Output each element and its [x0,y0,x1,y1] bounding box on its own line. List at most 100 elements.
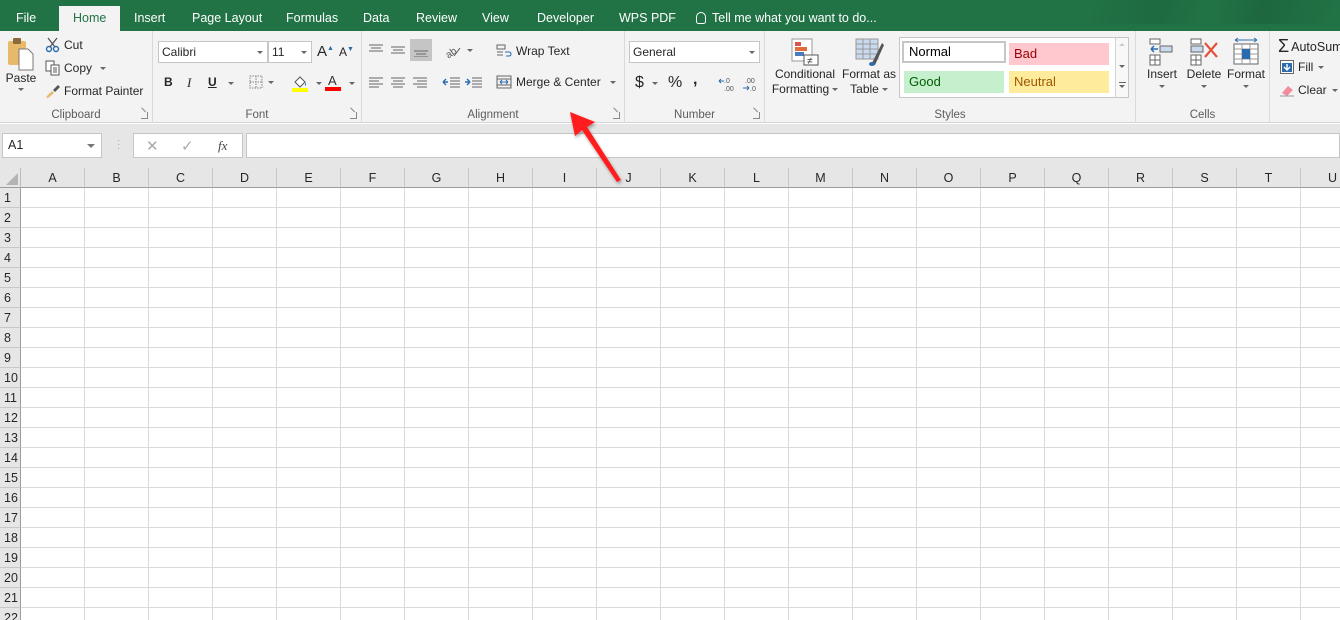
formula-input[interactable] [246,133,1340,158]
paste-button[interactable]: Paste [4,37,38,91]
scroll-up-icon[interactable] [1119,43,1125,46]
format-painter-button[interactable]: Format Painter [45,83,143,99]
select-all-button[interactable] [0,168,21,188]
font-color-button[interactable]: A [325,73,341,91]
fill-button[interactable]: Fill [1280,60,1325,74]
row-header-19[interactable]: 19 [0,548,21,568]
wrap-text-button[interactable]: Wrap Text [496,44,570,58]
format-as-table-button[interactable]: Format as Table [841,37,897,97]
row-header-2[interactable]: 2 [0,208,21,228]
fill-color-button[interactable] [292,74,308,92]
row-header-4[interactable]: 4 [0,248,21,268]
delete-cells-button[interactable]: Delete [1184,37,1224,88]
underline-button[interactable]: U [208,75,217,89]
column-header-g[interactable]: G [405,168,469,188]
tab-view[interactable]: View [476,7,515,31]
column-header-m[interactable]: M [789,168,853,188]
row-header-10[interactable]: 10 [0,368,21,388]
number-format-select[interactable]: General [629,41,760,63]
font-family-select[interactable]: Calibri [158,41,268,63]
dialog-launcher-icon[interactable] [753,112,760,119]
dialog-launcher-icon[interactable] [613,112,620,119]
row-header-12[interactable]: 12 [0,408,21,428]
top-align-button[interactable] [368,43,384,57]
tab-file[interactable]: File [10,7,42,31]
row-header-11[interactable]: 11 [0,388,21,408]
column-header-q[interactable]: Q [1045,168,1109,188]
column-header-p[interactable]: P [981,168,1045,188]
cut-button[interactable]: Cut [45,37,83,53]
decrease-indent-button[interactable] [442,76,460,90]
format-cells-button[interactable]: Format [1226,37,1266,88]
more-styles-icon[interactable] [1119,82,1126,83]
decrease-font-size-button[interactable]: A▼ [339,45,354,59]
increase-decimal-button[interactable]: .0.00 [718,76,736,92]
row-header-22[interactable]: 22 [0,608,21,620]
column-header-i[interactable]: I [533,168,597,188]
cell-style-good[interactable]: Good [904,71,1004,93]
row-header-9[interactable]: 9 [0,348,21,368]
column-header-h[interactable]: H [469,168,533,188]
font-size-select[interactable]: 11 [268,41,312,63]
dialog-launcher-icon[interactable] [141,112,148,119]
column-header-c[interactable]: C [149,168,213,188]
align-right-button[interactable] [412,76,428,90]
increase-font-size-button[interactable]: A▲ [317,43,334,60]
chevron-down-icon[interactable] [87,144,95,148]
row-header-7[interactable]: 7 [0,308,21,328]
column-header-a[interactable]: A [21,168,85,188]
column-header-u[interactable]: U [1301,168,1340,188]
middle-align-button[interactable] [390,43,406,57]
cell-style-bad[interactable]: Bad [1009,43,1109,65]
merge-center-button[interactable]: Merge & Center [496,75,616,89]
tab-home[interactable]: Home [59,6,121,31]
row-header-17[interactable]: 17 [0,508,21,528]
row-header-1[interactable]: 1 [0,188,21,208]
row-header-14[interactable]: 14 [0,448,21,468]
bold-button[interactable]: B [164,75,173,89]
tab-insert[interactable]: Insert [128,7,171,31]
dialog-launcher-icon[interactable] [350,112,357,119]
clear-button[interactable]: Clear [1280,83,1338,97]
conditional-formatting-button[interactable]: ≠ Conditional Formatting [769,37,841,97]
cell-style-normal[interactable]: Normal [902,41,1006,63]
tab-data[interactable]: Data [357,7,395,31]
enter-icon[interactable]: ✓ [181,137,194,155]
insert-function-icon[interactable]: fx [218,138,227,154]
tab-developer[interactable]: Developer [531,7,600,31]
tab-review[interactable]: Review [410,7,463,31]
align-left-button[interactable] [368,76,384,90]
column-header-n[interactable]: N [853,168,917,188]
decrease-decimal-button[interactable]: .00.0 [741,76,759,92]
column-header-e[interactable]: E [277,168,341,188]
row-header-20[interactable]: 20 [0,568,21,588]
copy-button[interactable]: Copy [45,60,107,76]
spreadsheet-grid[interactable]: A B C D E F G H I J K L M N O P Q R S T U 1 2 3 4 5 6 7 8 9 10 11 12 13 14… [0,168,1340,620]
row-header-15[interactable]: 15 [0,468,21,488]
column-header-s[interactable]: S [1173,168,1237,188]
column-header-o[interactable]: O [917,168,981,188]
column-header-t[interactable]: T [1237,168,1301,188]
cancel-icon[interactable]: ✕ [146,137,159,155]
comma-style-button[interactable]: , [693,71,697,89]
tab-wps-pdf[interactable]: WPS PDF [613,7,682,31]
column-header-j[interactable]: J [597,168,661,188]
scroll-down-icon[interactable] [1119,65,1125,68]
row-header-5[interactable]: 5 [0,268,21,288]
row-header-13[interactable]: 13 [0,428,21,448]
chevron-down-icon[interactable] [316,82,322,85]
borders-button[interactable] [249,75,274,89]
italic-button[interactable]: I [187,75,191,91]
orientation-button[interactable]: ab [444,42,473,58]
autosum-button[interactable]: Σ AutoSum [1278,36,1340,57]
increase-indent-button[interactable] [464,76,482,90]
bottom-align-button[interactable] [410,39,432,61]
percent-style-button[interactable]: % [668,74,682,92]
column-header-f[interactable]: F [341,168,405,188]
row-header-16[interactable]: 16 [0,488,21,508]
name-box[interactable]: A1 [2,133,102,158]
row-header-21[interactable]: 21 [0,588,21,608]
gallery-scrollbar[interactable] [1115,38,1128,97]
align-center-button[interactable] [390,76,406,90]
column-header-b[interactable]: B [85,168,149,188]
